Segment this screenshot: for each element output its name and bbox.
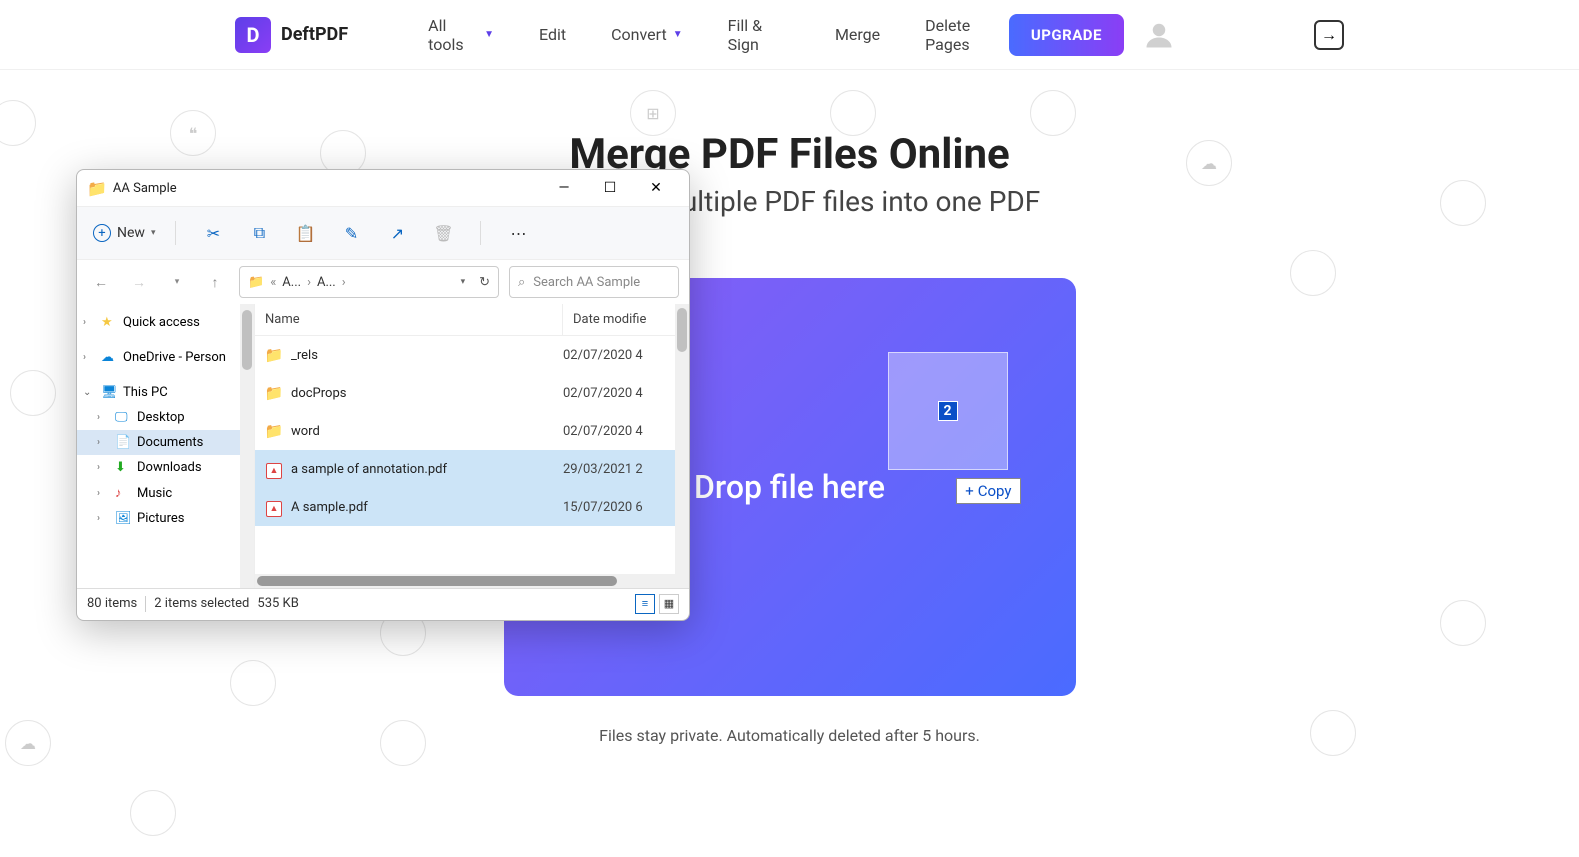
view-details-button[interactable]: ≡ <box>635 594 655 614</box>
chevron-down-icon: ▼ <box>484 29 494 40</box>
upgrade-button[interactable]: UPGRADE <box>1009 14 1124 56</box>
nav-tree: ›★Quick access ›☁OneDrive - Person ⌄🖥Thi… <box>77 304 255 588</box>
status-selected: 2 items selected <box>154 596 249 611</box>
tree-this-pc[interactable]: ⌄🖥This PC <box>77 380 254 405</box>
file-name: A sample.pdf <box>287 500 563 515</box>
file-date: 15/07/2020 6 <box>563 500 689 515</box>
pdf-icon: ▲ <box>261 497 287 517</box>
file-row[interactable]: 📁word02/07/2020 4 <box>255 412 689 450</box>
header: D DeftPDF All tools▼ Edit Convert▼ Fill … <box>0 0 1579 70</box>
folder-icon: 📁 <box>261 422 287 440</box>
status-size: 535 KB <box>257 596 298 611</box>
files-h-scrollbar[interactable] <box>255 574 675 588</box>
search-input[interactable]: ⌕ Search AA Sample <box>509 266 679 298</box>
rename-icon[interactable]: ✎ <box>334 216 368 250</box>
nav-merge[interactable]: Merge <box>835 25 880 44</box>
tree-pictures[interactable]: ›🖼Pictures <box>77 506 254 531</box>
file-name: a sample of annotation.pdf <box>287 462 563 477</box>
address-bar-row: ← → ▾ ↑ 📁 « A...› A...› ▾ ↻ ⌕ Search AA … <box>77 260 689 304</box>
chevron-down-icon[interactable]: ▾ <box>461 277 466 287</box>
file-row[interactable]: ▲A sample.pdf15/07/2020 6 <box>255 488 689 526</box>
copy-tooltip: +Copy <box>956 478 1020 504</box>
minimize-button[interactable]: — <box>541 172 587 204</box>
file-row[interactable]: 📁_rels02/07/2020 4 <box>255 336 689 374</box>
logo-text: DeftPDF <box>281 24 348 45</box>
file-date: 02/07/2020 4 <box>563 348 689 363</box>
file-date: 02/07/2020 4 <box>563 386 689 401</box>
file-date: 02/07/2020 4 <box>563 424 689 439</box>
folder-icon: 📁 <box>261 346 287 364</box>
tree-quick-access[interactable]: ›★Quick access <box>77 310 254 335</box>
file-row[interactable]: ▲a sample of annotation.pdf29/03/2021 2 <box>255 450 689 488</box>
file-date: 29/03/2021 2 <box>563 462 689 477</box>
user-avatar-icon[interactable] <box>1144 20 1174 50</box>
drag-preview: 2 <box>888 352 1008 470</box>
tree-documents[interactable]: ›📄Documents <box>77 430 254 455</box>
privacy-note: Files stay private. Automatically delete… <box>0 726 1579 745</box>
drag-count-badge: 2 <box>938 401 958 421</box>
view-icons-button[interactable]: ▦ <box>659 594 679 614</box>
file-row[interactable]: 📁docProps02/07/2020 4 <box>255 374 689 412</box>
new-button[interactable]: +New▾ <box>93 224 155 242</box>
back-button[interactable]: ← <box>87 268 115 296</box>
drop-text: Drop file here <box>694 468 885 506</box>
nav-convert[interactable]: Convert▼ <box>611 25 682 44</box>
file-list: Name Date modifie 📁_rels02/07/2020 4📁doc… <box>255 304 689 588</box>
tree-scrollbar[interactable] <box>240 304 254 588</box>
logo[interactable]: D DeftPDF <box>235 17 348 53</box>
toolbar: +New▾ ✂ ⧉ 📋 ✎ ↗ 🗑 ⋯ <box>77 206 689 260</box>
folder-icon: 📁 <box>261 384 287 402</box>
window-title: AA Sample <box>113 181 541 196</box>
nav-edit[interactable]: Edit <box>539 25 566 44</box>
search-icon: ⌕ <box>518 275 525 290</box>
refresh-icon[interactable]: ↻ <box>479 275 490 290</box>
plus-circle-icon: + <box>93 224 111 242</box>
close-button[interactable]: ✕ <box>633 172 679 204</box>
status-items: 80 items <box>87 596 137 611</box>
nav-fill-sign[interactable]: Fill & Sign <box>728 16 790 54</box>
file-explorer-window: 📁 AA Sample — ☐ ✕ +New▾ ✂ ⧉ 📋 ✎ ↗ 🗑 ⋯ ← … <box>76 169 690 621</box>
nav-all-tools[interactable]: All tools▼ <box>428 16 494 54</box>
files-scrollbar[interactable] <box>675 304 689 588</box>
status-bar: 80 items 2 items selected 535 KB ≡ ▦ <box>77 588 689 618</box>
file-name: _rels <box>287 348 563 363</box>
column-name[interactable]: Name <box>255 304 563 335</box>
tree-desktop[interactable]: ›🖵Desktop <box>77 405 254 430</box>
file-name: word <box>287 424 563 439</box>
nav-delete-pages[interactable]: Delete Pages <box>925 16 1009 54</box>
cut-icon[interactable]: ✂ <box>196 216 230 250</box>
forward-button[interactable]: → <box>125 268 153 296</box>
pdf-icon: ▲ <box>261 459 287 479</box>
file-list-header[interactable]: Name Date modifie <box>255 304 689 336</box>
up-button[interactable]: ↑ <box>201 268 229 296</box>
more-icon[interactable]: ⋯ <box>501 216 535 250</box>
logo-icon: D <box>235 17 271 53</box>
login-icon[interactable]: → <box>1314 20 1344 50</box>
address-bar[interactable]: 📁 « A...› A...› ▾ ↻ <box>239 266 499 298</box>
folder-icon: 📁 <box>87 179 107 198</box>
tree-music[interactable]: ›♪Music <box>77 480 254 506</box>
share-icon[interactable]: ↗ <box>380 216 414 250</box>
file-name: docProps <box>287 386 563 401</box>
nav: All tools▼ Edit Convert▼ Fill & Sign Mer… <box>428 16 1009 54</box>
recent-dropdown[interactable]: ▾ <box>163 268 191 296</box>
column-date[interactable]: Date modifie <box>563 304 689 335</box>
copy-icon[interactable]: ⧉ <box>242 216 276 250</box>
maximize-button[interactable]: ☐ <box>587 172 633 204</box>
paste-icon[interactable]: 📋 <box>288 216 322 250</box>
tree-onedrive[interactable]: ›☁OneDrive - Person <box>77 345 254 370</box>
chevron-down-icon: ▼ <box>673 29 683 40</box>
delete-icon[interactable]: 🗑 <box>426 216 460 250</box>
plus-icon: + <box>965 482 974 500</box>
tree-downloads[interactable]: ›⬇Downloads <box>77 455 254 480</box>
folder-icon: 📁 <box>248 275 264 290</box>
window-titlebar[interactable]: 📁 AA Sample — ☐ ✕ <box>77 170 689 206</box>
